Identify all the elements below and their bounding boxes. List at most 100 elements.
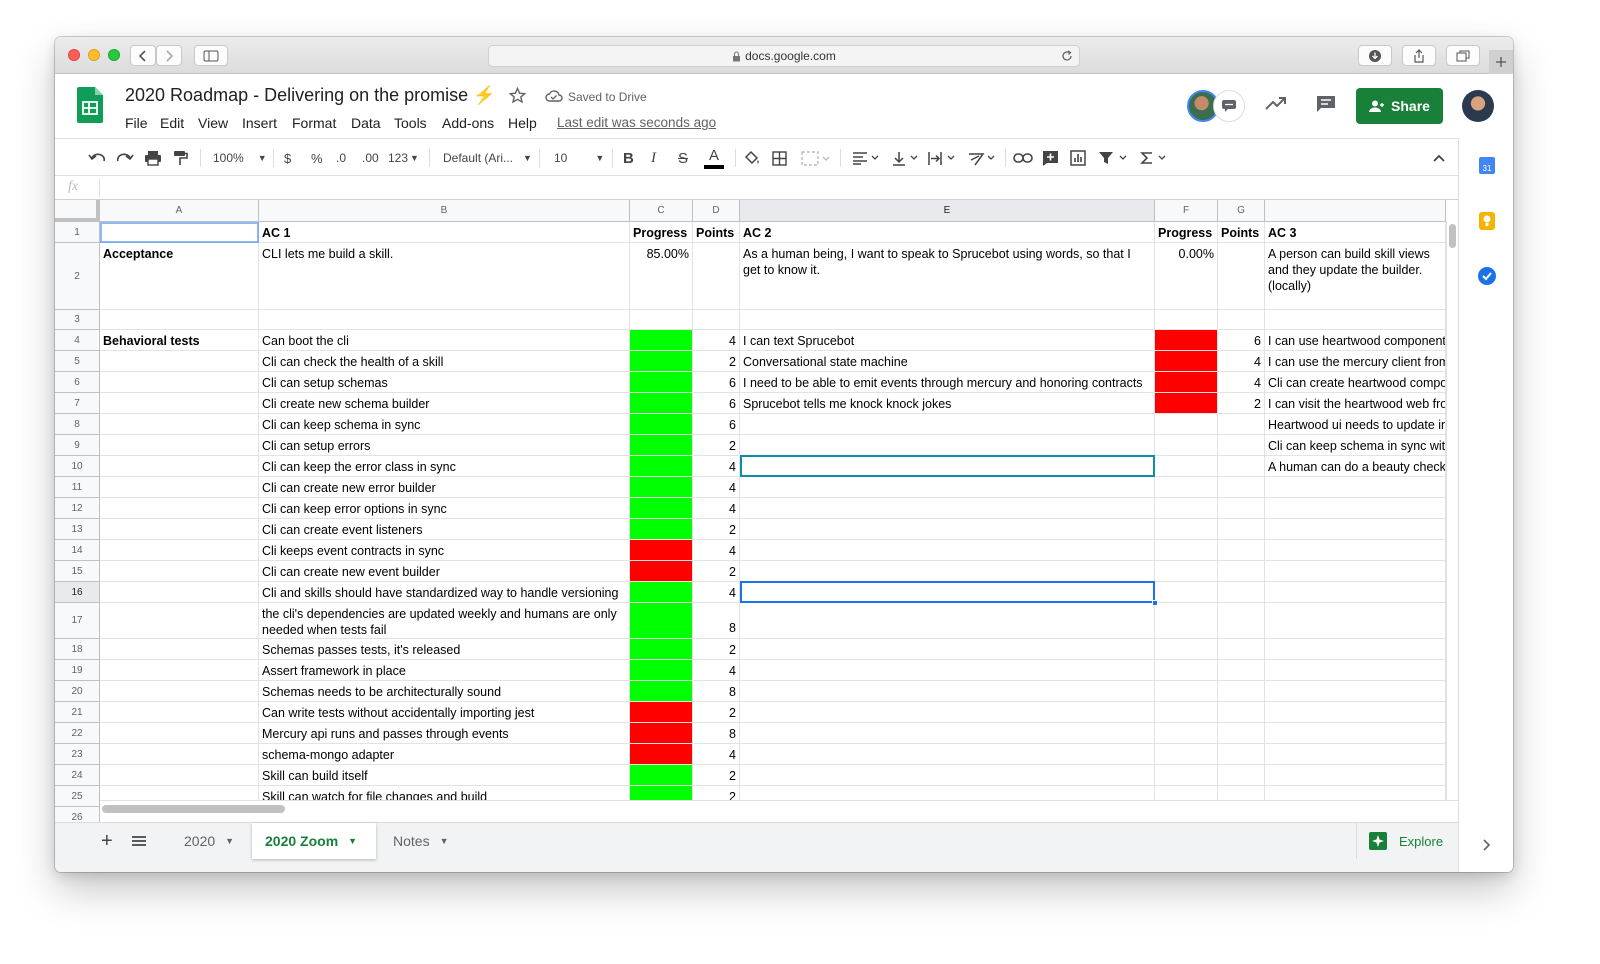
ac1-points[interactable]: 4 <box>693 540 740 561</box>
account-avatar[interactable] <box>1462 90 1494 122</box>
ac1-test-description[interactable]: Cli create new schema builder <box>259 393 630 414</box>
grid-cell[interactable] <box>1265 702 1446 723</box>
acceptance-ac2[interactable]: As a human being, I want to speak to Spr… <box>740 243 1155 310</box>
expand-panel-icon[interactable] <box>1482 838 1492 852</box>
ac1-status-cell[interactable] <box>630 540 693 561</box>
grid-cell[interactable] <box>740 519 1155 540</box>
ac1-points[interactable]: 2 <box>693 351 740 372</box>
grid-cell[interactable] <box>1155 723 1218 744</box>
grid-cell[interactable] <box>1218 477 1265 498</box>
grid-cell[interactable] <box>740 603 1155 639</box>
ac2-test-description[interactable]: Conversational state machine <box>740 351 1155 372</box>
grid-cell[interactable] <box>1155 456 1218 477</box>
sheets-logo-icon[interactable] <box>77 87 103 123</box>
text-color-button[interactable]: A <box>704 139 724 177</box>
grid-cell[interactable] <box>1218 519 1265 540</box>
grid-cell[interactable] <box>100 456 259 477</box>
column-header[interactable]: C <box>630 200 693 222</box>
grid-cell[interactable] <box>740 660 1155 681</box>
ac3-header[interactable]: AC 3 <box>1265 222 1446 243</box>
horizontal-align-button[interactable] <box>852 139 882 177</box>
grid-cell[interactable] <box>740 498 1155 519</box>
add-sheet-button[interactable]: + <box>101 823 113 859</box>
ac1-test-description[interactable]: Cli can setup schemas <box>259 372 630 393</box>
tab-notes[interactable]: Notes ▼ <box>377 823 467 859</box>
ac3-test-description[interactable]: I can use the mercury client from <box>1265 351 1446 372</box>
row-header[interactable]: 1 <box>55 222 100 243</box>
ac2-points[interactable]: 2 <box>1218 393 1265 414</box>
row-header[interactable]: 8 <box>55 414 100 435</box>
all-sheets-button[interactable] <box>132 823 146 859</box>
menu-insert[interactable]: Insert <box>242 115 277 131</box>
points-header[interactable]: Points <box>1218 222 1265 243</box>
ac3-test-description[interactable]: Heartwood ui needs to update in <box>1265 414 1446 435</box>
star-icon[interactable] <box>509 87 526 104</box>
grid-cell[interactable] <box>1218 603 1265 639</box>
ac1-test-description[interactable]: Cli can setup errors <box>259 435 630 456</box>
grid-cell[interactable] <box>740 639 1155 660</box>
forward-button[interactable] <box>156 45 182 66</box>
grid-cell[interactable] <box>1155 477 1218 498</box>
grid-cell[interactable] <box>1265 681 1446 702</box>
ac1-status-cell[interactable] <box>630 765 693 786</box>
ac1-points[interactable]: 8 <box>693 723 740 744</box>
ac1-points[interactable]: 4 <box>693 582 740 603</box>
ac1-status-cell[interactable] <box>630 681 693 702</box>
percent-format-button[interactable]: % <box>311 139 323 177</box>
back-button[interactable] <box>130 45 156 66</box>
redo-button[interactable] <box>116 139 134 177</box>
new-tab-button[interactable] <box>1489 50 1513 74</box>
ac2-status-cell[interactable] <box>1155 372 1218 393</box>
acceptance-ac3[interactable]: A person can build skill views and they … <box>1265 243 1446 310</box>
column-header[interactable] <box>1265 200 1446 222</box>
select-all-corner[interactable] <box>55 200 100 222</box>
grid-cell[interactable] <box>1265 744 1446 765</box>
menu-file[interactable]: File <box>125 115 148 131</box>
menu-tools[interactable]: Tools <box>394 115 427 131</box>
ac1-test-description[interactable]: the cli's dependencies are updated weekl… <box>259 603 630 639</box>
horizontal-scroll-thumb[interactable] <box>102 805 285 813</box>
menu-view[interactable]: View <box>198 115 228 131</box>
column-header[interactable]: E <box>740 200 1155 222</box>
row-header[interactable]: 10 <box>55 456 100 477</box>
menu-format[interactable]: Format <box>292 115 336 131</box>
italic-button[interactable]: I <box>651 139 656 177</box>
grid-cell[interactable] <box>740 765 1155 786</box>
grid-cell[interactable] <box>100 310 259 330</box>
column-header[interactable]: D <box>693 200 740 222</box>
undo-button[interactable] <box>88 139 106 177</box>
functions-button[interactable] <box>1140 139 1170 177</box>
grid-cell[interactable] <box>740 477 1155 498</box>
grid-cell[interactable] <box>1218 435 1265 456</box>
ac1-status-cell[interactable] <box>630 498 693 519</box>
grid-cell[interactable] <box>100 351 259 372</box>
vertical-scrollbar[interactable] <box>1446 222 1458 800</box>
ac1-points[interactable]: 4 <box>693 477 740 498</box>
grid-cell[interactable] <box>1218 744 1265 765</box>
acceptance-label[interactable]: Acceptance <box>100 243 259 310</box>
activity-trend-icon[interactable] <box>1265 96 1287 112</box>
ac2-status-cell[interactable] <box>1155 393 1218 414</box>
tab-2020-zoom[interactable]: 2020 Zoom ▼ <box>252 823 376 859</box>
ac1-test-description[interactable]: Cli can check the health of a skill <box>259 351 630 372</box>
vertical-scroll-thumb[interactable] <box>1449 224 1456 248</box>
grid-cell[interactable] <box>1265 540 1446 561</box>
row-header[interactable]: 4 <box>55 330 100 351</box>
row-header[interactable]: 19 <box>55 660 100 681</box>
row-header[interactable]: 9 <box>55 435 100 456</box>
grid-cell[interactable] <box>1265 519 1446 540</box>
grid-cell[interactable] <box>100 765 259 786</box>
progress-header[interactable]: Progress <box>1155 222 1218 243</box>
grid-cell[interactable] <box>100 519 259 540</box>
row-header[interactable]: 20 <box>55 681 100 702</box>
grid-cell[interactable] <box>630 310 693 330</box>
grid-cell[interactable] <box>1265 639 1446 660</box>
grid-cell[interactable] <box>1218 660 1265 681</box>
ac1-status-cell[interactable] <box>630 660 693 681</box>
minimize-window-button[interactable] <box>88 49 100 61</box>
grid-cell[interactable] <box>100 498 259 519</box>
ac2-status-cell[interactable] <box>1155 330 1218 351</box>
comments-icon[interactable] <box>1316 95 1336 113</box>
ac1-status-cell[interactable] <box>630 435 693 456</box>
cloud-saved-icon[interactable] <box>545 89 563 103</box>
